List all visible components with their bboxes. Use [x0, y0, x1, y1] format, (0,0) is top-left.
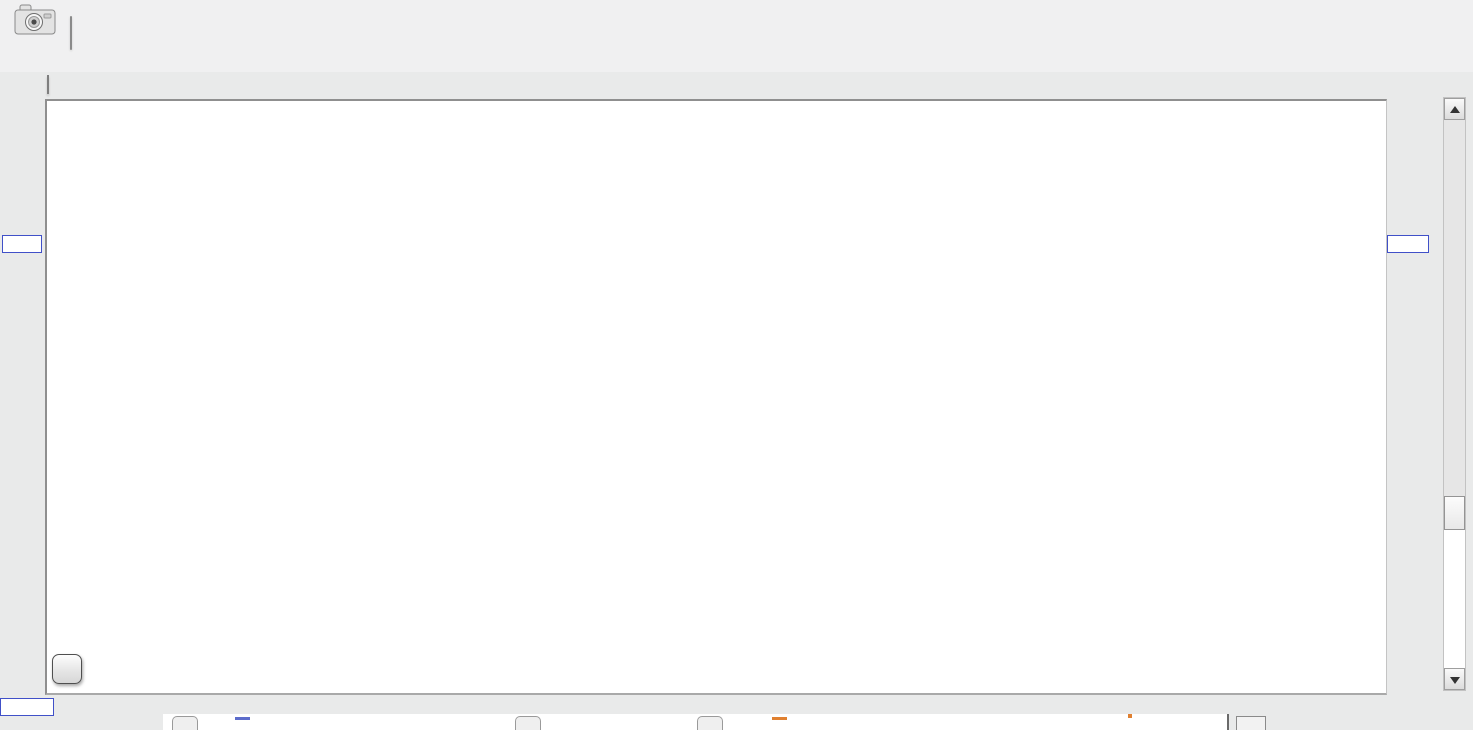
graph-tools — [0, 0, 1473, 72]
average-responses-button[interactable] — [52, 654, 82, 684]
capture-button[interactable] — [4, 2, 66, 42]
clipped-bottom-row — [163, 714, 1229, 730]
up-arrow-icon — [1450, 106, 1460, 113]
scroll-up-button[interactable] — [1444, 98, 1465, 120]
graph-tab-bar — [70, 16, 72, 50]
clipped-control-fragment — [697, 716, 723, 730]
rew-window — [0, 0, 1473, 730]
clipped-control-fragment — [235, 717, 250, 720]
frequency-band-strip — [47, 75, 49, 94]
clipped-control-fragment — [1128, 714, 1132, 718]
scrollbar-track[interactable] — [1444, 530, 1465, 670]
cursor-spl-readout — [2, 235, 42, 253]
plot-area[interactable] — [45, 99, 1387, 695]
clipped-control-fragment — [1227, 714, 1229, 730]
vertical-scrollbar[interactable] — [1443, 97, 1466, 691]
down-arrow-icon — [1450, 677, 1460, 684]
cursor-ohm-readout — [1387, 235, 1429, 253]
clipped-control-fragment — [1236, 716, 1266, 730]
camera-icon — [14, 4, 56, 40]
top-toolbar — [0, 0, 1473, 72]
clipped-control-fragment — [172, 716, 198, 730]
cursor-frequency-readout — [0, 698, 54, 716]
scrollbar-thumb[interactable] — [1444, 496, 1465, 530]
clipped-control-fragment — [515, 716, 541, 730]
clipped-control-fragment — [772, 717, 787, 720]
scroll-down-button[interactable] — [1444, 668, 1465, 690]
